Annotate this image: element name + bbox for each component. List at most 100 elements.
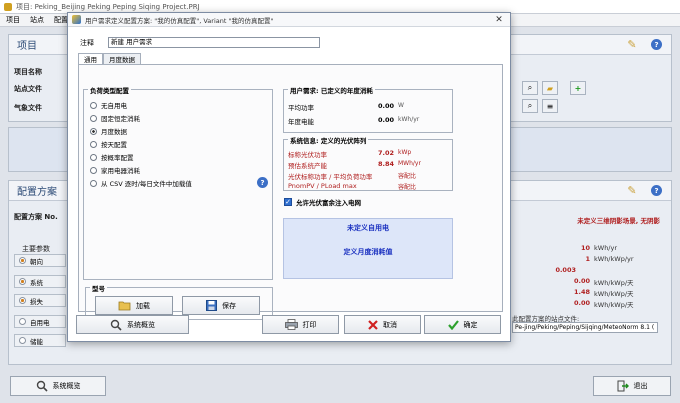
radio-indicator <box>19 297 26 304</box>
result-value-1: 10 <box>580 244 590 252</box>
pnom-unit: kWp <box>398 149 412 156</box>
load-type-heading: 负荷类型配置 <box>88 85 131 95</box>
radio-indicator <box>90 101 97 109</box>
folder-icon[interactable]: ▰ <box>542 81 558 95</box>
notice-line-2: 定义月度消耗值 <box>343 248 393 256</box>
project-name-label: 项目名称 <box>14 68 42 76</box>
load-type-group: 负荷类型配置 无自用电 固定恒定消耗 月度数据 按天配置 按概率配置 家用电器消… <box>83 85 273 280</box>
result-value-2: 1 <box>585 255 590 263</box>
menu-item-project[interactable]: 项目 <box>6 15 20 25</box>
radio-domestic-appliances[interactable]: 家用电器消耗 <box>90 165 140 175</box>
add-icon[interactable]: + <box>570 81 586 95</box>
result-value-3: 0.003 <box>555 266 576 274</box>
result-unit-2: kWh/kWp/yr <box>594 255 634 263</box>
user-needs-heading: 用户需求: 已定义的年度消耗 <box>288 85 375 95</box>
radio-indicator <box>90 127 97 135</box>
result-unit-1: kWh/yr <box>594 244 618 252</box>
annual-energy-unit: kWh/yr <box>398 116 420 123</box>
model-heading: 型号 <box>90 283 107 293</box>
radio-no-consumption[interactable]: 无自用电 <box>90 100 127 110</box>
result-unit-5: kWh/kWp/天 <box>594 290 634 298</box>
help-icon[interactable]: ? <box>651 39 662 50</box>
radio-csv-file[interactable]: 从 CSV 逐时/每日文件中加载值 <box>90 178 192 188</box>
result-value-5: 1.48 <box>573 288 590 296</box>
dialog-overview-button[interactable]: 系统概览 <box>76 315 189 334</box>
radio-indicator <box>19 318 26 325</box>
radio-label: 储能 <box>30 337 43 346</box>
site-file-label: 站点文件 <box>14 85 42 93</box>
save-model-button[interactable]: 保存 <box>182 296 260 315</box>
ratio-label: 光伏标称功率 / 平均负荷功率 <box>288 173 373 181</box>
load-model-button[interactable]: 加载 <box>95 296 173 315</box>
app-icon <box>4 2 12 11</box>
search-icon[interactable]: ⌕ <box>522 99 538 113</box>
tab-general[interactable]: 通用 <box>78 53 103 64</box>
menu-item-config[interactable]: 配置 <box>54 15 68 25</box>
est-production-unit: MWh/yr <box>398 160 421 167</box>
grid-injection-checkbox-row[interactable]: ✓ 允许光伏富余注入电网 <box>284 197 361 207</box>
radio-monthly-values[interactable]: 月度数据 <box>90 126 127 136</box>
pnom-value: 7.02 <box>377 149 394 157</box>
radio-label: 自用电 <box>30 318 50 327</box>
radio-label: 按概率配置 <box>101 154 134 162</box>
main-overview-button[interactable]: 系统概览 <box>10 376 106 396</box>
cancel-button[interactable]: 取消 <box>344 315 421 334</box>
param-radio-storage[interactable]: 储能 <box>14 334 66 347</box>
avg-power-label: 平均功率 <box>288 104 314 112</box>
ok-button[interactable]: 确定 <box>424 315 501 334</box>
dialog-title: 用户需求定义配置方案: "我的仿真配置", Variant "我的仿真配置" <box>85 16 274 25</box>
param-radio-orientation[interactable]: 朝向 <box>14 254 66 267</box>
comment-row: 注释 新建 用户需求 <box>80 37 320 48</box>
radio-fixed-constant[interactable]: 固定恒定消耗 <box>90 113 140 123</box>
exit-button[interactable]: 退出 <box>593 376 671 396</box>
radio-label: 家用电器消耗 <box>101 167 140 175</box>
radio-label: 损失 <box>30 297 43 306</box>
help-icon[interactable]: ? <box>257 177 268 188</box>
pnom-label: 标称光伏功率 <box>288 151 327 159</box>
dialog-title-bar: 用户需求定义配置方案: "我的仿真配置", Variant "我的仿真配置" ✕ <box>68 13 510 27</box>
annual-energy-value: 0.00 <box>377 116 394 124</box>
pencil-icon[interactable]: ✎ <box>626 38 638 51</box>
grid-injection-checkbox[interactable]: ✓ <box>284 198 292 206</box>
notice-line-1: 未定义自用电 <box>347 224 389 232</box>
avg-power-unit: W <box>398 102 404 109</box>
system-info-group: 系统信息: 定义的光伏阵列 标称光伏功率 7.02 kWp 预估系统产能 8.8… <box>283 135 453 191</box>
annual-energy-label: 年度电能 <box>288 118 314 126</box>
radio-indicator <box>19 278 26 285</box>
radio-indicator <box>90 114 97 122</box>
search-icon[interactable]: ⌕ <box>522 81 538 95</box>
notice-box: 未定义自用电 定义月度消耗值 <box>283 218 453 279</box>
radio-indicator <box>90 153 97 161</box>
printer-icon <box>284 319 298 330</box>
database-icon[interactable]: ≡ <box>542 99 558 113</box>
grid-injection-label: 允许光伏富余注入电网 <box>296 199 361 207</box>
variant-weather-path[interactable]: Pe-jing/Peking/Peping/Sijqing/MeteoNorm … <box>512 322 658 333</box>
user-needs-dialog: 用户需求定义配置方案: "我的仿真配置", Variant "我的仿真配置" ✕… <box>67 12 511 342</box>
pnom-pload-unit: 容配比 <box>398 184 417 191</box>
radio-label: 从 CSV 逐时/每日文件中加载值 <box>101 180 192 188</box>
radio-probability[interactable]: 按概率配置 <box>90 152 134 162</box>
save-icon <box>206 300 217 311</box>
folder-open-icon <box>118 300 131 311</box>
radio-label: 朝向 <box>30 257 43 266</box>
tab-monthly-data[interactable]: 月度数据 <box>103 53 141 64</box>
param-radio-self-consumption[interactable]: 自用电 <box>14 315 66 328</box>
est-production-value: 8.84 <box>377 160 394 168</box>
param-radio-losses[interactable]: 损失 <box>14 294 66 307</box>
radio-indicator <box>90 179 97 187</box>
est-production-label: 预估系统产能 <box>288 162 327 170</box>
print-button[interactable]: 打印 <box>262 315 339 334</box>
close-icon[interactable]: ✕ <box>488 13 510 26</box>
print-label: 打印 <box>302 320 317 329</box>
comment-input[interactable]: 新建 用户需求 <box>108 37 320 48</box>
weather-file-label: 气象文件 <box>14 104 42 112</box>
radio-label: 月度数据 <box>101 128 127 136</box>
radio-daily-profile[interactable]: 按天配置 <box>90 139 127 149</box>
radio-label: 按天配置 <box>101 141 127 149</box>
radio-label: 系统 <box>30 278 43 287</box>
menu-item-site[interactable]: 站点 <box>30 15 44 25</box>
user-needs-group: 用户需求: 已定义的年度消耗 平均功率 0.00 W 年度电能 0.00 kWh… <box>283 85 453 133</box>
help-icon[interactable]: ? <box>651 185 662 196</box>
param-radio-system[interactable]: 系统 <box>14 275 66 288</box>
pencil-icon[interactable]: ✎ <box>626 184 638 197</box>
